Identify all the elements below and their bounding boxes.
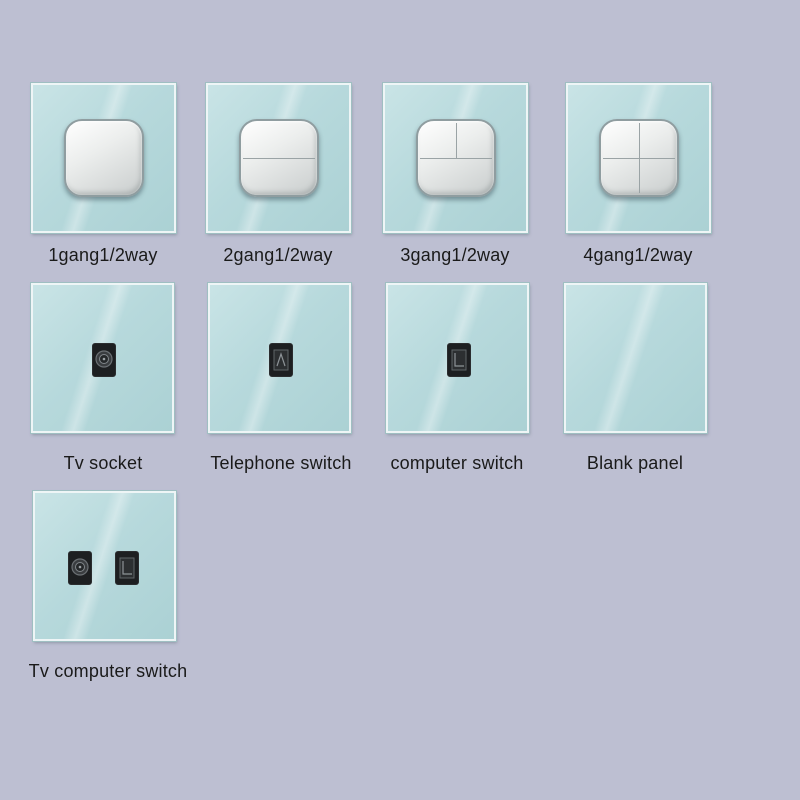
product-label: Tv computer switch bbox=[28, 661, 188, 681]
tv-port-icon bbox=[68, 551, 92, 585]
product-label: computer switch bbox=[390, 453, 524, 473]
rocker-switch-icon bbox=[238, 119, 319, 197]
rocker-switch-icon bbox=[598, 119, 679, 197]
panel-blank bbox=[564, 283, 707, 433]
product-label: 4gang1/2way bbox=[583, 245, 693, 265]
panel-1gang bbox=[31, 83, 176, 233]
panel-3gang bbox=[383, 83, 528, 233]
tv-port-icon bbox=[92, 343, 116, 377]
ethernet-port-icon bbox=[447, 343, 471, 377]
panel-computer-switch bbox=[386, 283, 529, 433]
telephone-port-icon bbox=[269, 343, 293, 377]
product-label: Telephone switch bbox=[210, 453, 352, 473]
panel-tv-computer-switch bbox=[33, 491, 176, 641]
panel-telephone-switch bbox=[208, 283, 351, 433]
panel-4gang bbox=[566, 83, 711, 233]
product-label: 2gang1/2way bbox=[223, 245, 333, 265]
product-label: Blank panel bbox=[586, 453, 684, 473]
product-label: Tv socket bbox=[63, 453, 143, 473]
product-label: 1gang1/2way bbox=[48, 245, 158, 265]
panel-tv-socket bbox=[31, 283, 174, 433]
panel-2gang bbox=[206, 83, 351, 233]
rocker-switch-icon bbox=[63, 119, 144, 197]
ethernet-port-icon bbox=[115, 551, 139, 585]
rocker-switch-icon bbox=[415, 119, 496, 197]
product-label: 3gang1/2way bbox=[400, 245, 510, 265]
